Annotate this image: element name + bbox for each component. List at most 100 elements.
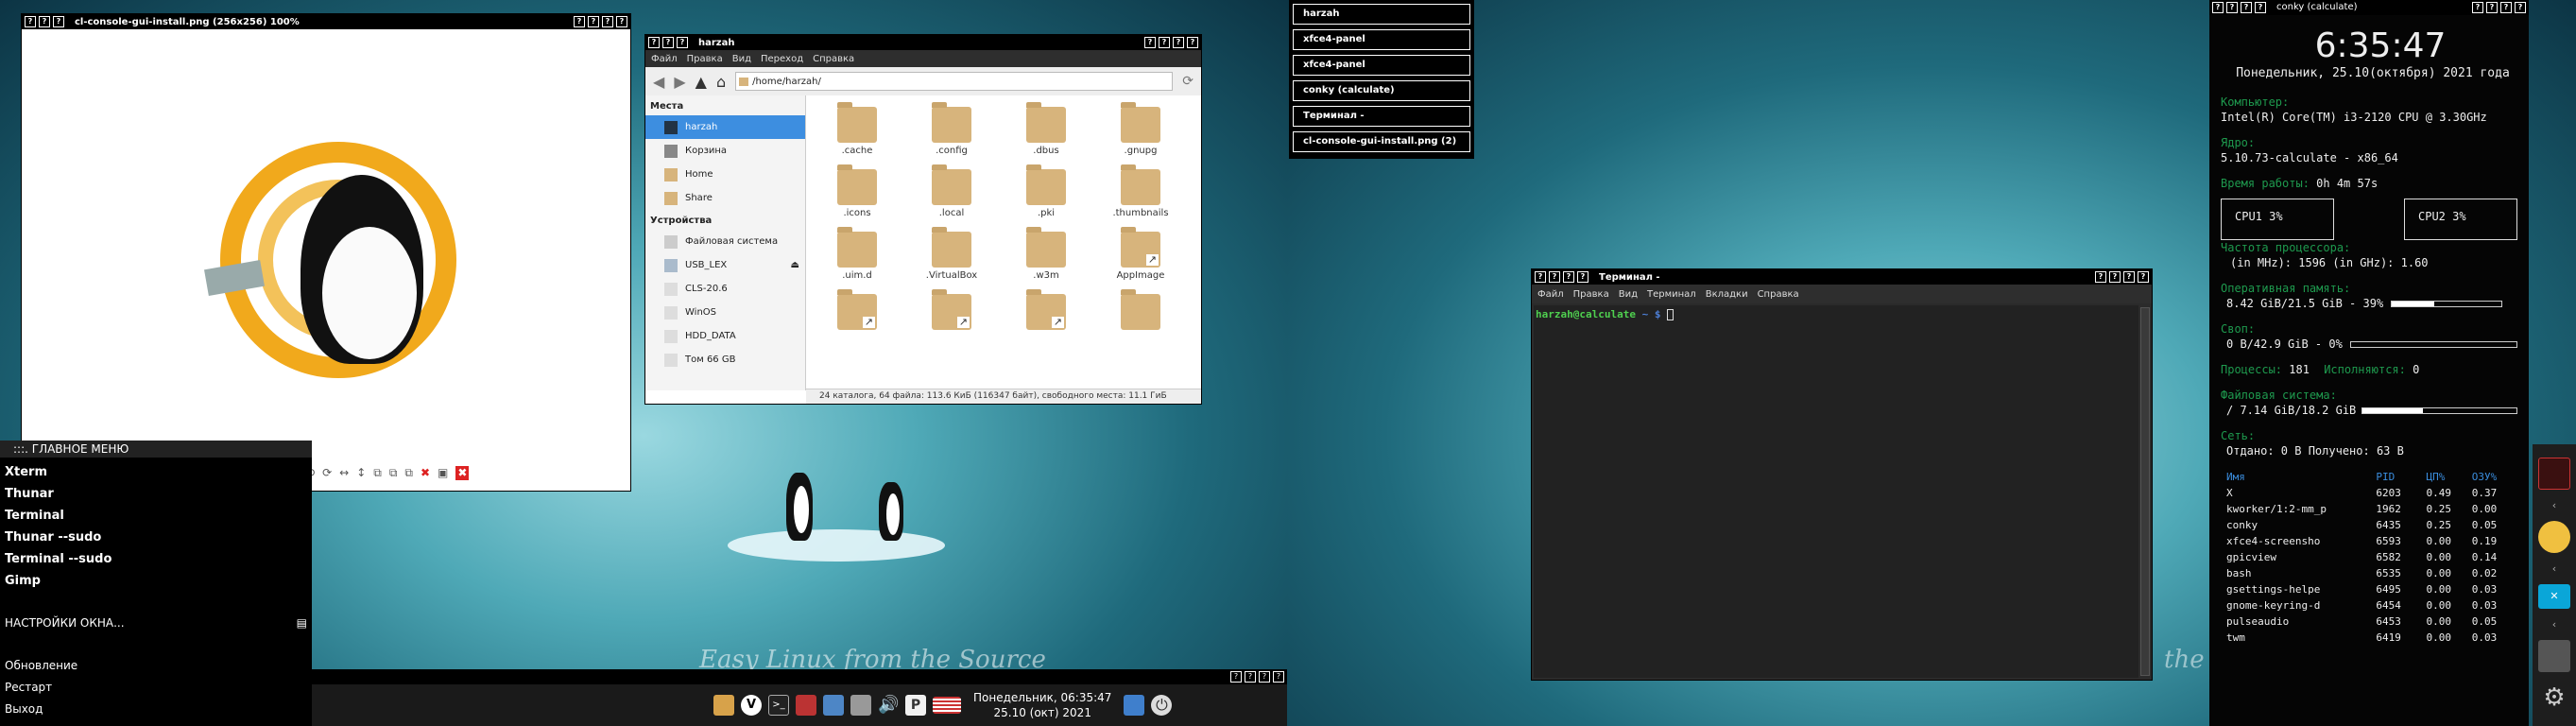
sidebar-item-trash[interactable]: Корзина <box>645 139 805 163</box>
home-icon[interactable]: ⌂ <box>716 73 726 91</box>
window-minimize-button[interactable]: ? <box>2472 2 2483 13</box>
window-close-button[interactable]: ? <box>2138 271 2149 283</box>
save-icon[interactable]: ⧉ <box>404 466 413 480</box>
tux-icon[interactable] <box>2538 521 2570 553</box>
menu-help[interactable]: Справка <box>813 54 854 64</box>
vivaldi-icon[interactable]: V <box>741 695 762 716</box>
window-menu-button[interactable]: ? <box>53 16 64 27</box>
camera-icon[interactable] <box>850 695 871 716</box>
window-maximize-button[interactable]: ? <box>1159 37 1170 48</box>
menu-file[interactable]: Файл <box>1537 289 1564 300</box>
panel-menu-button[interactable]: ? <box>1273 671 1284 683</box>
chevron-left-icon[interactable]: ‹ <box>2552 618 2556 631</box>
file-item[interactable]: ↗ <box>905 289 998 330</box>
menu-item-thunar-sudo[interactable]: Thunar --sudo <box>5 527 307 548</box>
home-icon[interactable] <box>823 695 844 716</box>
window-menu-button[interactable]: ? <box>1549 271 1560 283</box>
file-manager-icon[interactable] <box>713 695 734 716</box>
menu-item-restart[interactable]: Рестарт <box>5 677 307 699</box>
window-menu-button[interactable]: ? <box>1563 271 1574 283</box>
window-close-button[interactable]: ? <box>2515 2 2526 13</box>
sidebar-item-harzah[interactable]: harzah <box>645 115 805 139</box>
task-item[interactable]: cl-console-gui-install.png (2) <box>1293 131 1470 152</box>
window-menu-button[interactable]: ? <box>2212 2 2224 13</box>
keyboard-layout-flag-icon[interactable] <box>933 697 961 714</box>
window-menu-button[interactable]: ? <box>1577 271 1589 283</box>
menu-edit[interactable]: Правка <box>1573 289 1609 300</box>
sidebar-item-filesystem[interactable]: Файловая система <box>645 230 805 253</box>
close-window-icon[interactable]: ✕ <box>2538 584 2570 609</box>
window-menu-button[interactable]: ? <box>677 37 688 48</box>
menu-tabs[interactable]: Вкладки <box>1706 289 1748 300</box>
sidebar-item-hdd-data[interactable]: HDD_DATA <box>645 324 805 348</box>
eject-icon[interactable]: ⏏ <box>791 260 805 270</box>
monitor-icon[interactable] <box>1124 695 1145 716</box>
sidebar-item-cls[interactable]: CLS-20.6 <box>645 277 805 301</box>
window-menu-button[interactable]: ? <box>1535 271 1546 283</box>
sidebar-item-winos[interactable]: WinOS <box>645 301 805 324</box>
forward-icon[interactable]: ▶ <box>674 73 685 91</box>
parking-icon[interactable]: P <box>905 695 926 716</box>
file-manager-window[interactable]: ? ? ? harzah ? ? ? ? Файл Правка Вид Пер… <box>644 34 1202 405</box>
file-item[interactable]: .thumbnails <box>1094 164 1187 218</box>
menu-go[interactable]: Переход <box>761 54 803 64</box>
window-close-button[interactable]: ? <box>1187 37 1198 48</box>
menu-item-xterm[interactable]: Xterm <box>5 461 307 483</box>
window-maximize-button[interactable]: ? <box>588 16 599 27</box>
window-minimize-button[interactable]: ? <box>574 16 585 27</box>
menu-item-update[interactable]: Обновление <box>5 655 307 677</box>
window-menu-button[interactable]: ? <box>2226 2 2238 13</box>
rotate-right-icon[interactable]: ⟳ <box>322 466 332 480</box>
up-icon[interactable]: ▲ <box>696 73 707 91</box>
flip-horizontal-icon[interactable]: ↔ <box>339 466 349 480</box>
task-item[interactable]: harzah <box>1293 4 1470 25</box>
menu-view[interactable]: Вид <box>1619 289 1638 300</box>
clock[interactable]: Понедельник, 06:35:47 25.10 (окт) 2021 <box>968 690 1117 720</box>
terminal-icon[interactable]: >_ <box>768 695 789 716</box>
copy-icon[interactable]: ⧉ <box>373 466 382 480</box>
menu-item-window-settings[interactable]: НАСТРОЙКИ ОКНА... ▤ <box>5 613 307 634</box>
paste-icon[interactable]: ⧉ <box>389 466 398 480</box>
panel-menu-button[interactable]: ? <box>1245 671 1256 683</box>
file-item[interactable]: ↗ <box>811 289 903 330</box>
file-item[interactable]: .cache <box>811 102 903 156</box>
menu-item-thunar[interactable]: Thunar <box>5 483 307 505</box>
logout-icon[interactable]: ⏻ <box>1151 695 1173 716</box>
gear-icon[interactable]: ⚙ <box>2538 682 2570 714</box>
task-item[interactable]: conky (calculate) <box>1293 80 1470 101</box>
window-menu-button[interactable]: ? <box>25 16 36 27</box>
flip-vertical-icon[interactable]: ↕ <box>356 466 366 480</box>
tools-icon[interactable] <box>2538 640 2570 672</box>
file-item[interactable]: ↗ <box>1000 289 1092 330</box>
chevron-left-icon[interactable]: ‹ <box>2552 499 2556 511</box>
window-minimize-button[interactable]: ? <box>2095 271 2106 283</box>
sidebar-item-share[interactable]: Share <box>645 186 805 210</box>
file-item[interactable]: .dbus <box>1000 102 1092 156</box>
file-item[interactable]: .gnupg <box>1094 102 1187 156</box>
menu-help[interactable]: Справка <box>1758 289 1799 300</box>
quit-icon[interactable]: ✖ <box>455 466 470 480</box>
location-bar[interactable]: /home/harzah/ <box>735 72 1174 91</box>
menu-edit[interactable]: Правка <box>687 54 723 64</box>
window-menu-button[interactable]: ? <box>2255 2 2266 13</box>
menu-file[interactable]: Файл <box>651 54 678 64</box>
window-menu-button[interactable]: ? <box>648 37 660 48</box>
file-item[interactable]: .config <box>905 102 998 156</box>
sidebar-item-home[interactable]: Home <box>645 163 805 186</box>
file-item[interactable] <box>1094 289 1187 330</box>
conky-titlebar[interactable]: ? ? ? ? conky (calculate) ? ? ? ? <box>2209 0 2529 15</box>
window-shade-button[interactable]: ? <box>602 16 613 27</box>
terminal-scrollbar[interactable] <box>2140 307 2150 676</box>
window-maximize-button[interactable]: ? <box>2109 271 2121 283</box>
preferences-icon[interactable]: ▣ <box>438 466 448 480</box>
window-shade-button[interactable]: ? <box>2123 271 2135 283</box>
volume-icon[interactable]: 🔊 <box>878 695 899 716</box>
file-item[interactable]: .icons <box>811 164 903 218</box>
image-viewer-window[interactable]: ? ? ? cl-console-gui-install.png (256x25… <box>21 13 631 492</box>
task-item[interactable]: xfce4-panel <box>1293 29 1470 50</box>
task-item[interactable]: Терминал - <box>1293 106 1470 127</box>
window-shade-button[interactable]: ? <box>1173 37 1184 48</box>
window-menu-button[interactable]: ? <box>2241 2 2252 13</box>
file-item[interactable]: .local <box>905 164 998 218</box>
file-item[interactable]: .pki <box>1000 164 1092 218</box>
